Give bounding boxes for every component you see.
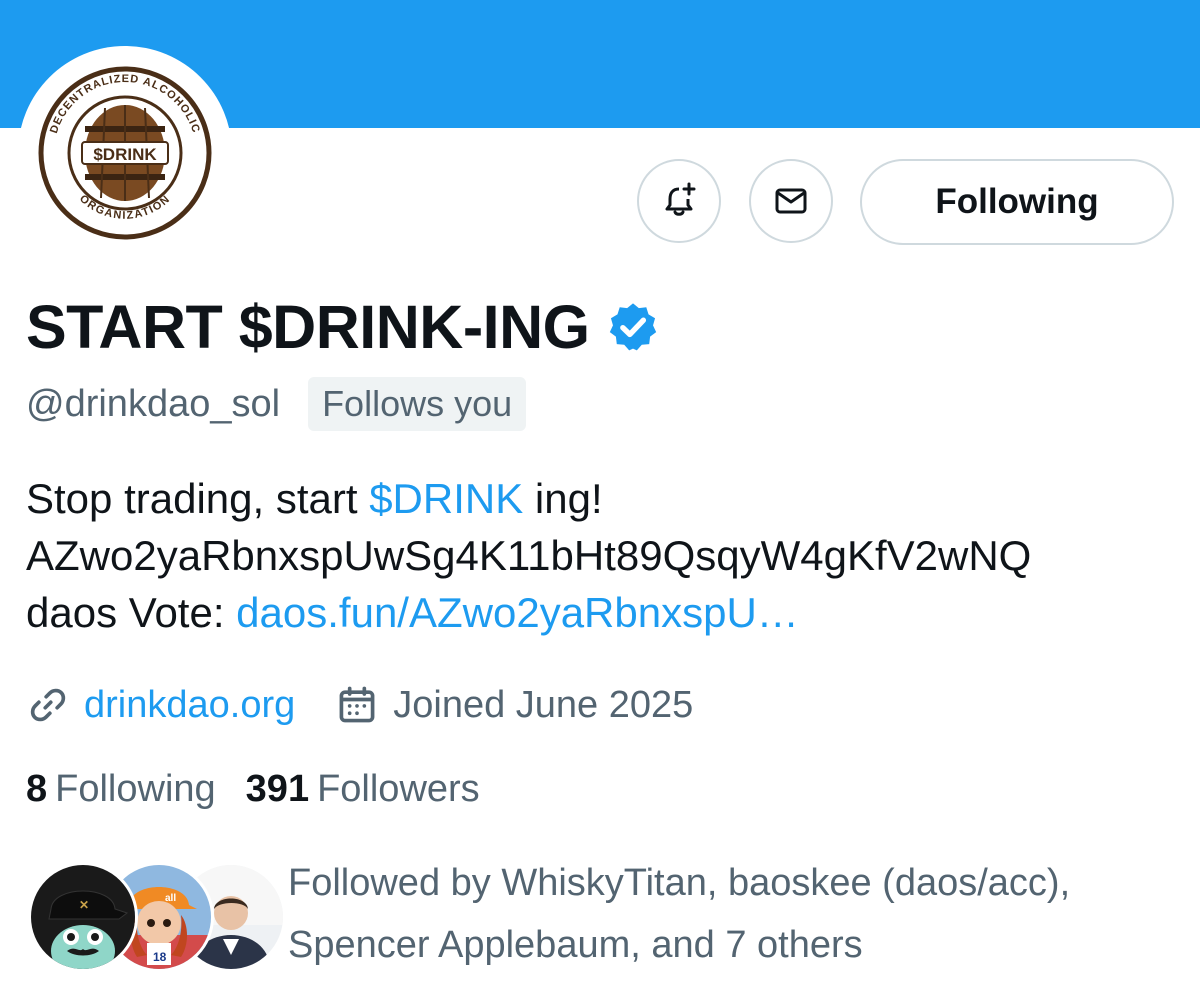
envelope-icon	[775, 188, 807, 214]
joined-item: Joined June 2025	[335, 683, 693, 727]
mutual-avatar-1: ✕	[28, 862, 138, 972]
username-handle: @drinkdao_sol	[26, 382, 281, 425]
bio-line-1: Stop trading, start $DRINK ing!	[26, 470, 1186, 527]
cashtag-link[interactable]: $DRINK	[369, 475, 523, 522]
following-button[interactable]: Following	[860, 159, 1174, 245]
profile-avatar[interactable]: $DRINK DECENTRALIZED ALCOHOLIC ORGANIZAT…	[26, 54, 224, 252]
following-stat[interactable]: 8 Following	[26, 768, 216, 811]
cartoon-avatar: ✕	[31, 865, 135, 969]
calendar-icon	[339, 686, 375, 723]
following-count: 8	[26, 767, 48, 810]
bio-text: Stop trading, start	[26, 475, 370, 522]
followers-count: 391	[245, 767, 310, 810]
bio-line-3: daos Vote: daos.fun/AZwo2yaRbnxspU…	[26, 584, 1186, 641]
followed-by-text[interactable]: Followed by WhiskyTitan, baoskee (daos/a…	[288, 852, 1188, 976]
profile-meta: drinkdao.org Joined June 2025	[26, 676, 693, 734]
followers-stat[interactable]: 391 Followers	[246, 768, 480, 811]
followed-by-line-1: Followed by WhiskyTitan, baoskee (daos/a…	[288, 862, 1071, 904]
handle-row: @drinkdao_sol Follows you	[26, 377, 527, 431]
display-name: START $DRINK-ING	[26, 293, 590, 361]
following-stat-label: Following	[55, 767, 216, 810]
svg-text:✕: ✕	[79, 898, 89, 912]
svg-text:all: all	[165, 893, 176, 904]
verified-badge-icon[interactable]	[606, 300, 660, 354]
followed-by-line-2: Spencer Applebaum, and 7 others	[288, 924, 863, 966]
notify-button[interactable]	[637, 159, 721, 243]
website-item: drinkdao.org	[26, 683, 295, 727]
joined-date: Joined June 2025	[393, 683, 694, 726]
bell-plus-icon	[665, 182, 696, 216]
bio-text: daos Vote:	[26, 589, 237, 636]
bio-line-2: AZwo2yaRbnxspUwSg4K11bHt89QsqyW4gKfV2wNQ	[26, 532, 1032, 579]
bio-text: ing!	[523, 475, 603, 522]
vote-link[interactable]: daos.fun/AZwo2yaRbnxspU…	[236, 589, 799, 636]
message-button[interactable]	[749, 159, 833, 243]
followers-stat-label: Followers	[317, 767, 480, 810]
display-name-row: START $DRINK-ING	[26, 290, 660, 364]
follows-you-badge: Follows you	[308, 377, 527, 431]
drink-dao-logo: $DRINK DECENTRALIZED ALCOHOLIC ORGANIZAT…	[38, 66, 212, 240]
profile-page: $DRINK DECENTRALIZED ALCOHOLIC ORGANIZAT…	[0, 0, 1200, 997]
link-icon	[30, 688, 66, 722]
profile-bio: Stop trading, start $DRINK ing! AZwo2yaR…	[26, 470, 1186, 641]
mutual-followers-avatars[interactable]: all 18 ✕	[26, 862, 286, 972]
svg-text:18: 18	[153, 950, 167, 964]
logo-center-text: $DRINK	[93, 145, 157, 164]
website-link[interactable]: drinkdao.org	[84, 684, 295, 727]
follow-stats: 8 Following 391 Followers	[26, 762, 480, 816]
